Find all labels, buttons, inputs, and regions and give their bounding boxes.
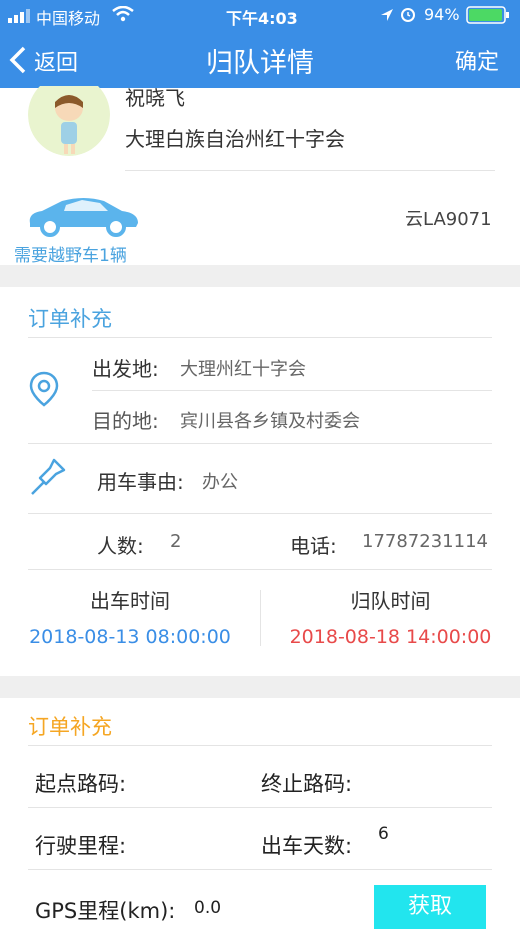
- divider: [125, 170, 495, 171]
- car-icon: [24, 195, 142, 241]
- section-gap: [0, 265, 520, 287]
- people-label: 人数:: [97, 534, 144, 558]
- confirm-button[interactable]: 确定: [455, 44, 499, 76]
- people-value: 2: [170, 531, 182, 552]
- wifi-icon: [112, 5, 134, 26]
- start-code-label: 起点路码:: [35, 772, 127, 796]
- destination-label: 目的地:: [92, 409, 159, 433]
- signal-icon: [8, 8, 34, 27]
- depart-time-label: 出车时间: [90, 589, 170, 613]
- days-value: 6: [378, 824, 389, 844]
- avatar: [28, 86, 110, 156]
- location-arrow-icon: [380, 7, 394, 26]
- location-pin-icon: [28, 371, 60, 411]
- clock: 下午4:03: [226, 9, 298, 28]
- mileage-label: 行驶里程:: [35, 834, 127, 858]
- section-gap: [0, 676, 520, 698]
- pin-icon: [28, 456, 68, 502]
- section-title-order-extra: 订单补充: [28, 715, 112, 739]
- divider: [28, 443, 492, 444]
- battery-percent: 94%: [424, 5, 460, 24]
- return-time-value: 2018-08-18 14:00:00: [289, 626, 492, 648]
- navigation-bar: 返回 归队详情 确定: [0, 30, 520, 88]
- page-title: 归队详情: [206, 48, 314, 79]
- alarm-icon: [400, 6, 416, 26]
- end-code-label: 终止路码:: [261, 772, 353, 796]
- divider: [28, 869, 492, 870]
- plate-number: 云LA9071: [405, 209, 492, 230]
- reason-label: 用车事由:: [97, 470, 184, 494]
- destination-value: 宾川县各乡镇及村委会: [180, 411, 360, 432]
- gps-value: 0.0: [194, 898, 222, 918]
- phone-value: 17787231114: [362, 531, 488, 552]
- divider: [28, 745, 492, 746]
- carrier-label: 中国移动: [36, 9, 101, 28]
- divider: [92, 390, 492, 391]
- fetch-button[interactable]: 获取: [374, 885, 486, 929]
- user-name: 祝晓飞: [125, 86, 185, 110]
- divider: [28, 513, 492, 514]
- days-label: 出车天数:: [261, 834, 353, 858]
- departure-value: 大理州红十字会: [180, 359, 306, 380]
- divider: [28, 569, 492, 570]
- divider: [28, 807, 492, 808]
- phone-label: 电话:: [290, 534, 337, 558]
- organization-name: 大理白族自治州红十字会: [125, 127, 345, 151]
- section-title-order: 订单补充: [28, 307, 112, 331]
- vehicle-need-text: 需要越野车1辆: [14, 246, 127, 266]
- status-bar: 中国移动 下午4:03 94%: [0, 0, 520, 30]
- gps-label: GPS里程(km):: [35, 899, 176, 923]
- battery-icon: [466, 6, 512, 28]
- reason-value: 办公: [202, 472, 238, 493]
- departure-label: 出发地:: [92, 357, 159, 381]
- divider: [28, 337, 492, 338]
- return-time-label: 归队时间: [350, 589, 431, 613]
- depart-time-value: 2018-08-13 08:00:00: [29, 626, 231, 648]
